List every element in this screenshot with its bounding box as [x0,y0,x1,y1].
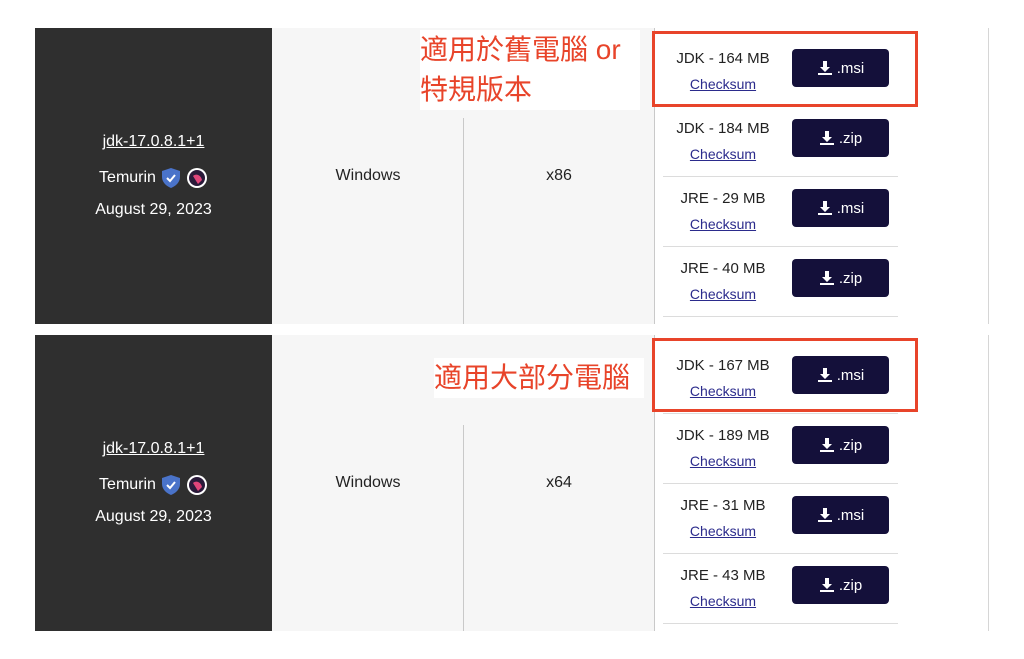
package-item: JRE - 29 MB Checksum .msi [663,176,898,247]
os-label: Windows [335,167,401,184]
checksum-link[interactable]: Checksum [663,216,783,232]
package-label: JRE - 31 MB [680,497,766,514]
checksum-link[interactable]: Checksum [663,593,783,609]
vendor-name: Temurin [99,476,156,493]
download-msi-button[interactable]: .msi [792,496,889,534]
download-button-label: .zip [838,436,863,454]
column-divider [463,118,464,324]
release-date: August 29, 2023 [95,508,212,525]
package-label: JRE - 43 MB [680,567,766,584]
download-button-label: .zip [838,269,863,287]
package-item: JDK - 189 MB Checksum .zip [663,413,898,484]
package-label: JRE - 29 MB [680,190,766,207]
highlight-box [652,31,918,107]
download-button-label: .zip [838,129,863,147]
download-button-label: .zip [838,576,863,594]
aqavit-badge-icon [186,167,208,189]
release-version-link[interactable]: jdk-17.0.8.1+1 [103,133,205,151]
annotation-line: 適用於舊電腦 or [420,34,621,65]
annotation-note-legacy: 適用於舊電腦 or 特規版本 [420,30,640,110]
column-divider [988,28,989,324]
download-icon [819,130,835,146]
download-msi-button[interactable]: .msi [792,189,889,227]
vendor-line: Temurin [99,167,208,189]
package-item: JRE - 31 MB Checksum .msi [663,483,898,554]
os-label: Windows [335,474,401,491]
download-icon [819,270,835,286]
arch-label: x86 [546,167,572,184]
release-version-link[interactable]: jdk-17.0.8.1+1 [103,440,205,458]
arch-label: x64 [546,474,572,491]
download-icon [817,507,833,523]
highlight-box [652,338,918,412]
download-icon [819,577,835,593]
download-zip-button[interactable]: .zip [792,259,889,297]
download-zip-button[interactable]: .zip [792,566,889,604]
package-item: JRE - 43 MB Checksum .zip [663,553,898,624]
annotation-line: 特規版本 [420,74,533,105]
checksum-link[interactable]: Checksum [663,453,783,469]
package-item: JDK - 184 MB Checksum .zip [663,106,898,177]
download-zip-button[interactable]: .zip [792,426,889,464]
download-icon [819,437,835,453]
checksum-link[interactable]: Checksum [663,286,783,302]
release-info-panel: jdk-17.0.8.1+1 Temurin August 29, 2023 [35,335,272,631]
download-zip-button[interactable]: .zip [792,119,889,157]
release-date: August 29, 2023 [95,201,212,218]
release-info-panel: jdk-17.0.8.1+1 Temurin August 29, 2023 [35,28,272,324]
download-button-label: .msi [836,199,865,217]
vendor-line: Temurin [99,474,208,496]
package-label: JDK - 189 MB [676,427,770,444]
checksum-link[interactable]: Checksum [663,146,783,162]
package-label: JRE - 40 MB [680,260,766,277]
vendor-name: Temurin [99,169,156,186]
annotation-note-common: 適用大部分電腦 [434,358,644,398]
verified-shield-icon [161,168,180,188]
aqavit-badge-icon [186,474,208,496]
column-divider [463,425,464,631]
verified-shield-icon [161,475,180,495]
download-button-label: .msi [836,506,865,524]
checksum-link[interactable]: Checksum [663,523,783,539]
column-divider [988,335,989,631]
package-label: JDK - 184 MB [676,120,770,137]
package-item: JRE - 40 MB Checksum .zip [663,246,898,317]
download-icon [817,200,833,216]
